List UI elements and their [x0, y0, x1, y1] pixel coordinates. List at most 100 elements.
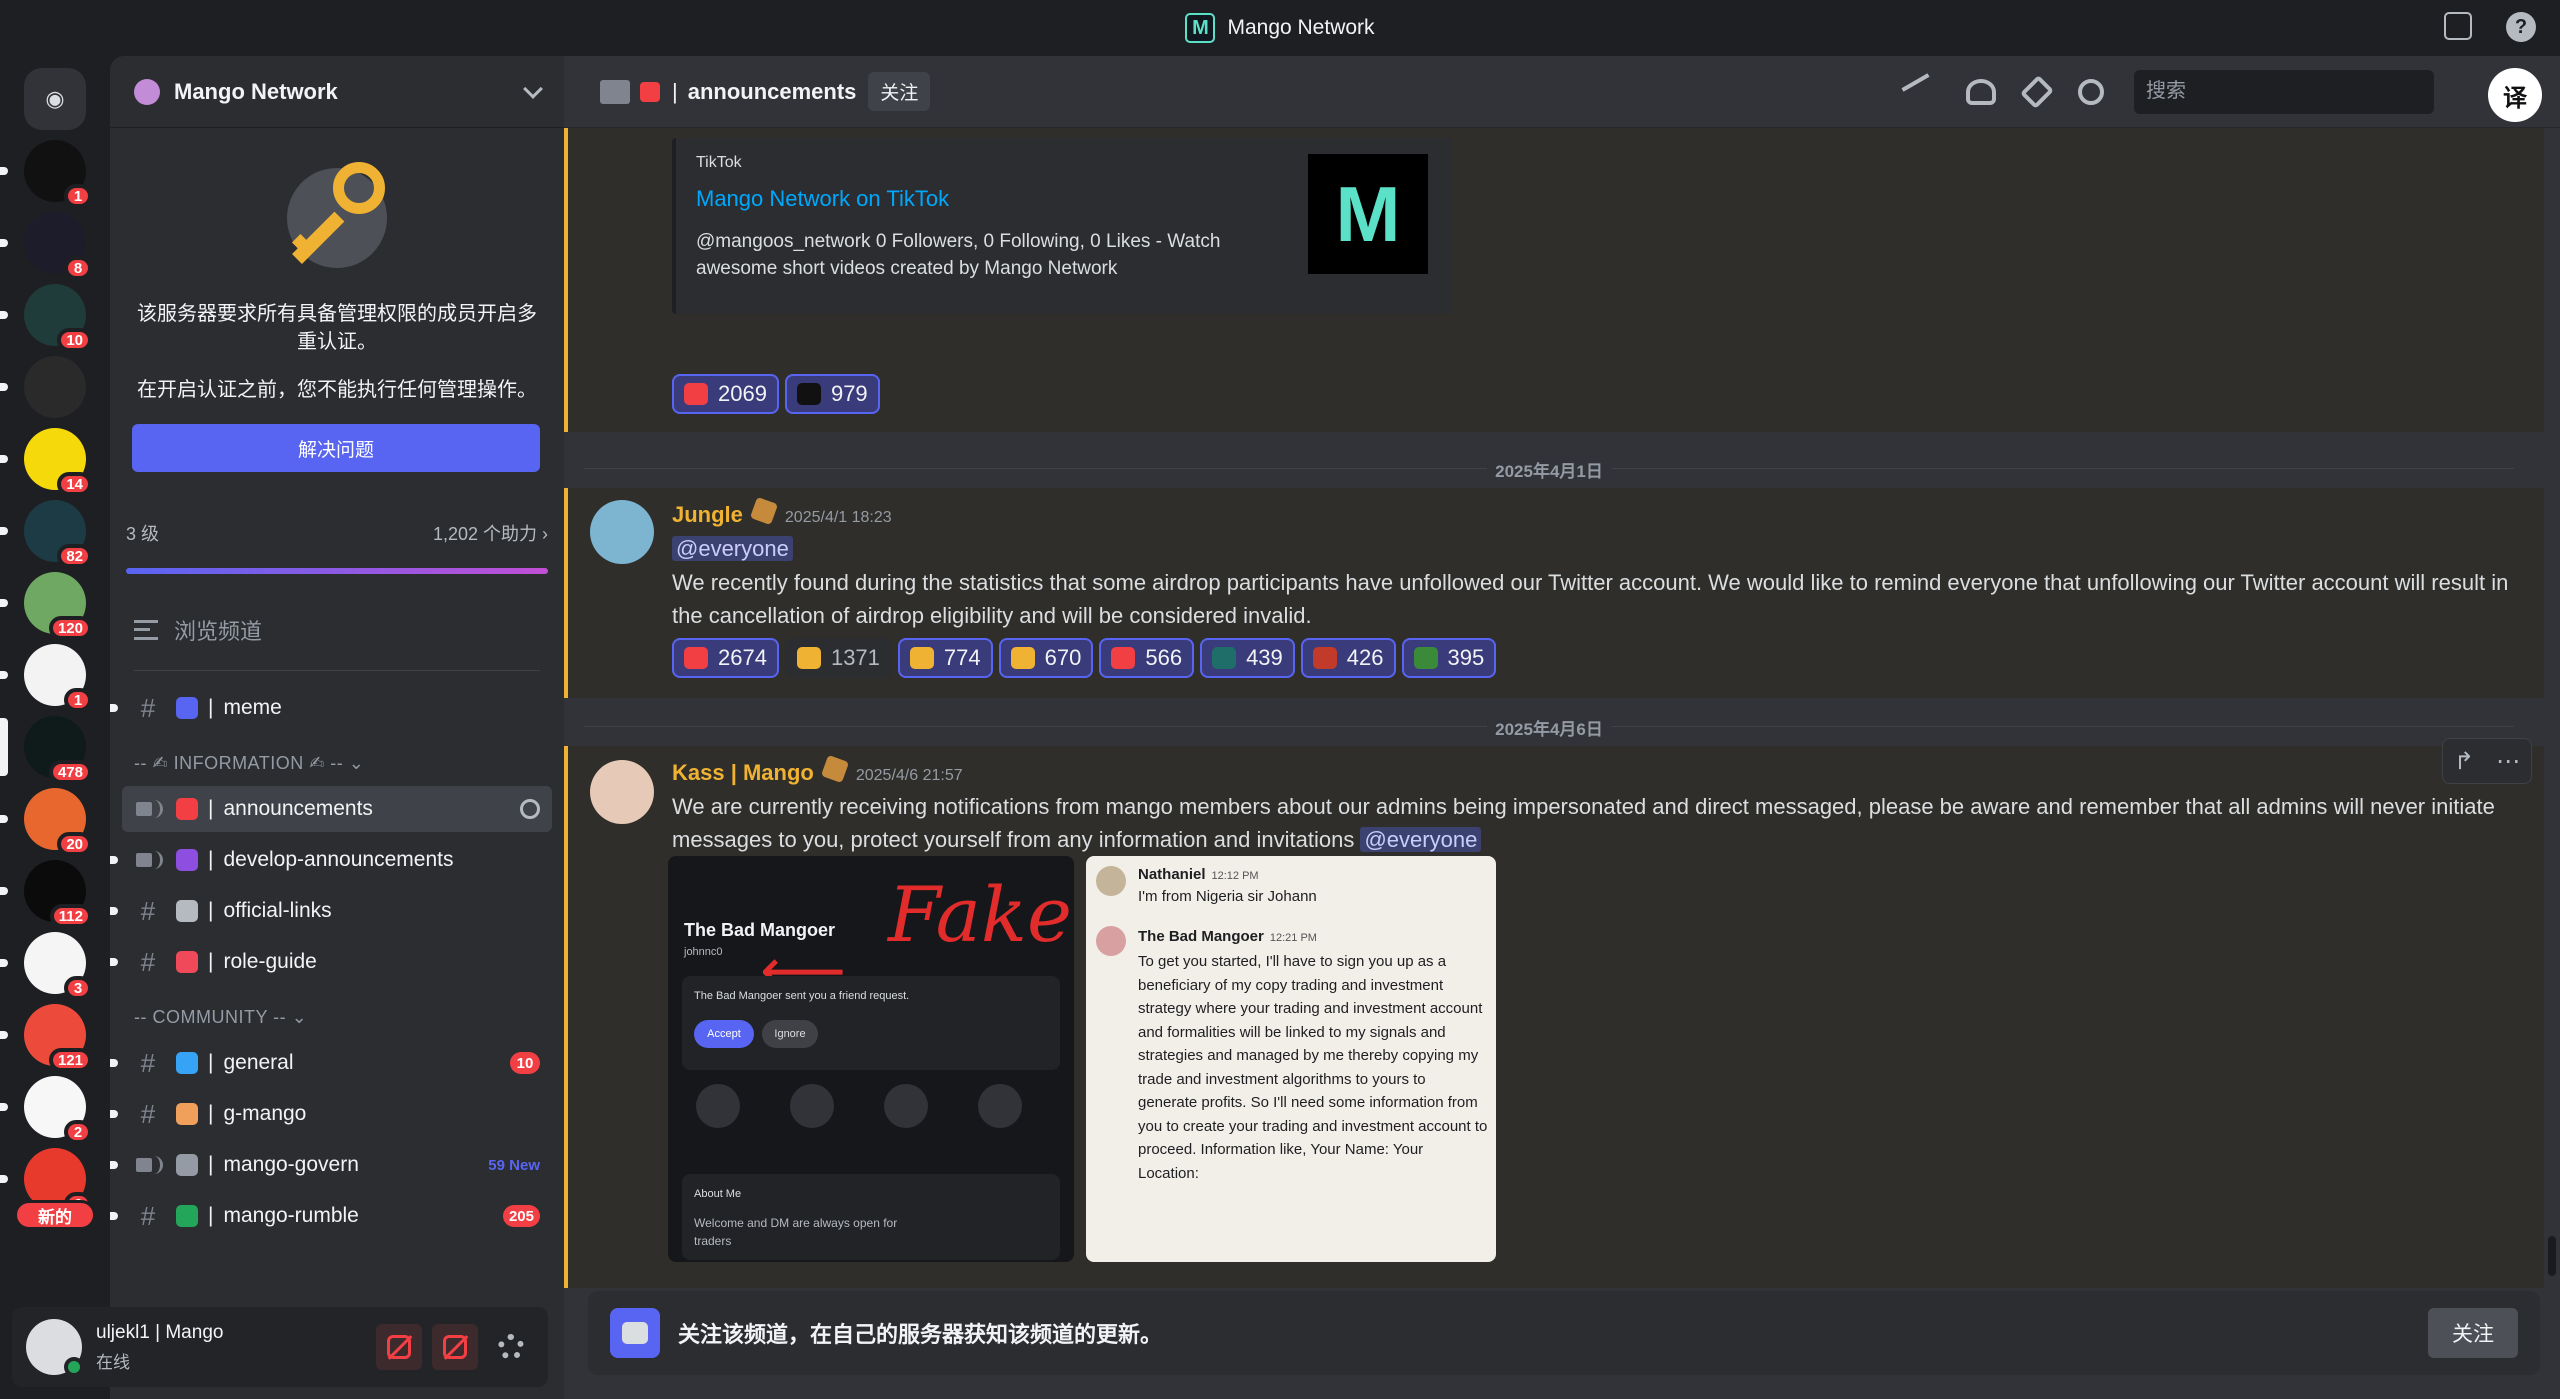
discord-home-icon[interactable]: ◉ [24, 68, 86, 130]
server-icon[interactable]: 3 [24, 932, 92, 1000]
author-avatar[interactable] [590, 760, 654, 824]
resolve-issue-button[interactable]: 解决问题 [132, 424, 540, 472]
server-icon[interactable]: 1 [24, 140, 92, 208]
server-icon[interactable]: 121 [24, 1004, 92, 1072]
unread-pill [0, 527, 8, 535]
server-icon[interactable]: 8 [24, 212, 92, 280]
server-icon[interactable]: 10 [24, 284, 92, 352]
megaphone-emoji-icon [640, 81, 660, 102]
channel-category[interactable]: -- ✍ INFORMATION ✍ -- ⌄ [134, 753, 540, 774]
about-me-card: About Me Welcome and DM are always open … [682, 1174, 1060, 1260]
reaction-emoji-icon [1111, 647, 1136, 669]
channel-emoji-icon [176, 1052, 198, 1074]
channel-name: g-mango [223, 1102, 307, 1125]
message-author[interactable]: Kass | Mango [672, 760, 814, 786]
server-icon[interactable]: 20 [24, 788, 92, 856]
channel-g-mango[interactable]: # | g-mango [110, 1091, 552, 1137]
browse-channels[interactable]: 浏览频道 [134, 614, 540, 671]
server-icon[interactable]: 112 [24, 860, 92, 928]
threads-icon[interactable] [1901, 72, 1941, 111]
new-servers-tag[interactable]: 新的 [14, 1200, 96, 1230]
link-embed: TikTok Mango Network on TikTok @mangoos_… [672, 138, 1452, 314]
follow-chip[interactable]: 关注 [868, 72, 931, 111]
role-brush-icon [749, 496, 779, 526]
avatar[interactable] [26, 1319, 84, 1377]
mention-badge: 10 [57, 328, 92, 352]
user-status: 在线 [96, 1352, 130, 1372]
channel-official-links[interactable]: # | official-links [110, 888, 552, 934]
reaction[interactable]: 774 [897, 638, 993, 678]
attachment-image-profile[interactable]: The Bad Mangoer johnnc0 ⟵ Fake The Bad M… [668, 856, 1074, 1262]
member-list-icon[interactable] [2078, 78, 2104, 105]
user-panel: uljekl1 | Mango 在线 [12, 1307, 548, 1387]
inbox-icon[interactable] [2444, 12, 2472, 40]
server-icon[interactable]: 2 [24, 1076, 92, 1144]
settings-gear-icon[interactable] [488, 1324, 534, 1370]
embed-thumbnail[interactable]: M [1308, 154, 1428, 274]
forward-icon[interactable]: ↱ [2454, 747, 2474, 776]
reaction[interactable]: 439 [1200, 638, 1295, 678]
channel-category[interactable]: -- COMMUNITY -- ⌄ [134, 1007, 540, 1028]
server-icon[interactable] [24, 356, 86, 418]
server-icon[interactable]: 120 [24, 572, 92, 640]
reaction[interactable]: 566 [1099, 638, 1195, 678]
translate-button[interactable]: 译 [2488, 68, 2542, 122]
channel-sep: | [208, 1051, 214, 1074]
reaction[interactable]: 670 [998, 638, 1094, 678]
pin-icon[interactable] [2020, 74, 2054, 109]
browse-channels-label: 浏览频道 [174, 619, 263, 644]
unread-pill [0, 311, 8, 319]
channel-mango-rumble[interactable]: # | mango-rumble 205 [110, 1193, 552, 1239]
main-pane: | announcements 关注 译 TikTok Mango Networ… [564, 56, 2560, 1399]
channel-role-guide[interactable]: # | role-guide [110, 939, 552, 985]
everyone-mention[interactable]: @everyone [1360, 827, 1482, 852]
reaction[interactable]: 2674 [672, 638, 779, 678]
mute-mic-icon[interactable] [376, 1324, 422, 1370]
channel-announcements[interactable]: | announcements [122, 786, 552, 832]
hash-icon: # [140, 1098, 156, 1129]
unread-dot [110, 907, 118, 915]
server-icon[interactable]: 478 [24, 716, 92, 784]
mango-logo-icon: M [1185, 13, 1216, 43]
voice-call-icon [790, 1084, 834, 1128]
channel-sidebar: Mango Network 该服务器要求所有具备管理权限的成员开启多重认证。 在… [110, 56, 564, 1399]
unread-dot [110, 704, 118, 712]
server-header[interactable]: Mango Network [110, 56, 564, 128]
deafen-icon[interactable] [432, 1324, 478, 1370]
channel-general[interactable]: # | general 10 [110, 1040, 552, 1086]
help-icon[interactable]: ? [2506, 12, 2536, 42]
server-icon[interactable]: 14 [24, 428, 92, 496]
channel-develop-announcements[interactable]: | develop-announcements [110, 837, 552, 883]
invite-icon[interactable] [520, 799, 540, 819]
reaction-emoji-icon [796, 647, 821, 669]
everyone-mention[interactable]: @everyone [672, 536, 793, 561]
boost-count: 1,202 个助力 › [432, 524, 548, 544]
server-rail: ◉18101482120147820112312126 [0, 56, 110, 1399]
unread-pill [0, 1103, 8, 1111]
search-input[interactable] [2134, 69, 2434, 114]
server-icon[interactable]: 1 [24, 644, 92, 712]
notification-bell-icon[interactable] [1966, 78, 1996, 105]
scrollbar[interactable] [2548, 1236, 2556, 1276]
mention-badge: 478 [48, 760, 92, 784]
reaction-count: 2674 [718, 645, 767, 670]
message-author[interactable]: Jungle [672, 502, 743, 528]
attachment-image-chat[interactable]: Nathaniel 12:12 PM I'm from Nigeria sir J… [1086, 856, 1496, 1262]
author-avatar[interactable] [590, 500, 654, 564]
channel-emoji-icon [176, 849, 198, 871]
reaction[interactable]: 426 [1300, 638, 1396, 678]
reaction[interactable]: 2069 [672, 374, 779, 414]
channel-meme[interactable]: # | meme [110, 685, 552, 731]
profile-action-icons [696, 1084, 1022, 1128]
accept-label: Accept [694, 1020, 754, 1048]
reaction[interactable]: 395 [1401, 638, 1497, 678]
boost-progress[interactable]: 3 级 1,202 个助力 › [126, 520, 548, 546]
reaction[interactable]: 979 [784, 374, 880, 414]
reaction[interactable]: 1371 [784, 638, 892, 678]
follow-button[interactable]: 关注 [2428, 1308, 2518, 1358]
channel-header: | announcements 关注 译 [564, 56, 2560, 128]
channel-mango-govern[interactable]: | mango-govern 59 New [110, 1142, 552, 1188]
reaction-count: 426 [1346, 645, 1384, 670]
more-options-icon[interactable]: ⋯ [2496, 747, 2520, 776]
server-icon[interactable]: 82 [24, 500, 92, 568]
